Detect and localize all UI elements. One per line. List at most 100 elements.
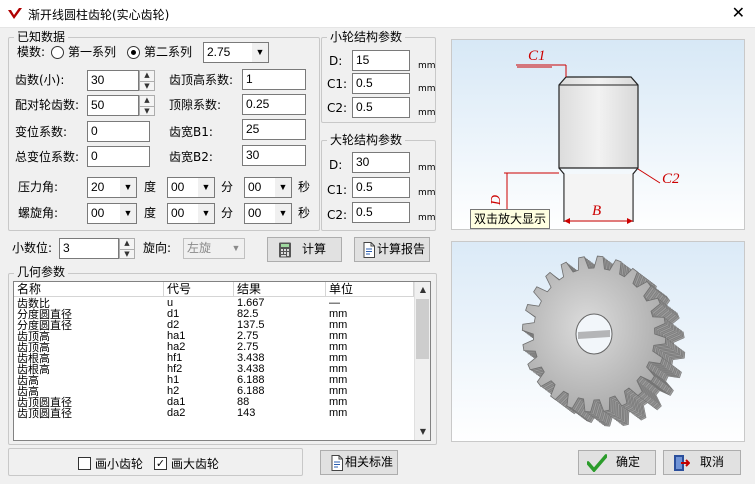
b-dimension-label: B: [592, 203, 602, 219]
decimals-spinner[interactable]: ▲ ▼: [119, 238, 135, 259]
cancel-button[interactable]: 取消: [663, 450, 741, 475]
chevron-down-icon: ▼: [252, 43, 268, 62]
direction-label: 旋向:: [143, 241, 172, 255]
scroll-thumb[interactable]: [416, 299, 429, 359]
clearance-coef-label: 顶隙系数:: [169, 98, 222, 112]
big-c2-input[interactable]: 0.5: [352, 202, 410, 223]
document-icon: [331, 455, 343, 471]
big-c1-input[interactable]: 0.5: [352, 177, 410, 198]
table-scrollbar[interactable]: ▲ ▼: [414, 282, 430, 440]
small-wheel-label: 小轮结构参数: [327, 30, 406, 44]
chevron-down-icon: ▼: [275, 178, 291, 197]
series2-radio[interactable]: [127, 46, 140, 59]
table-row[interactable]: 齿顶高 ha1 2.75 mm: [14, 331, 414, 343]
pressure-min-select[interactable]: 00 ▼: [167, 177, 215, 198]
ok-button-label: 确定: [616, 455, 641, 469]
cell-name: 齿顶圆直径: [17, 407, 72, 420]
column-header-unit[interactable]: 单位: [326, 282, 414, 297]
table-row[interactable]: 齿高 h1 6.188 mm: [14, 375, 414, 387]
pressure-deg-unit: 度: [144, 180, 157, 194]
big-d-label: D:: [329, 158, 343, 172]
direction-select[interactable]: 左旋 ▼: [183, 238, 245, 259]
scroll-up-icon[interactable]: ▲: [415, 282, 430, 298]
geometry-table-body: 齿数比 u 1.667— 分度圆直径 d1 82.5 mm 分度圆直径 d2 137.5 mm 齿顶高…: [14, 298, 414, 420]
geometry-table[interactable]: 名称 代号 结果 单位 齿数比 u 1.667— 分度圆直径 d1 82.5 mm 分度圆直径…: [13, 281, 431, 441]
calc-button-label: 计算: [302, 242, 327, 256]
small-c2-label: C2:: [327, 101, 348, 115]
report-button[interactable]: 计算报告: [354, 237, 430, 262]
mating-teeth-label: 配对轮齿数:: [15, 98, 80, 112]
helix-angle-label: 螺旋角:: [18, 206, 59, 220]
pressure-sec-select[interactable]: 00 ▼: [244, 177, 292, 198]
pressure-deg-select[interactable]: 20 ▼: [87, 177, 137, 198]
big-d-unit: mm: [418, 163, 436, 173]
table-row[interactable]: 齿顶高 ha2 2.75 mm: [14, 342, 414, 354]
addendum-coef-label: 齿顶高系数:: [169, 73, 234, 87]
small-d-input[interactable]: 15: [352, 50, 410, 71]
table-row[interactable]: 齿根高 hf1 3.438 mm: [14, 353, 414, 365]
decimals-label: 小数位:: [12, 241, 53, 255]
small-c1-input[interactable]: 0.5: [352, 73, 410, 94]
c1-dimension-label: C1: [528, 48, 546, 64]
modulus-select[interactable]: 2.75 ▼: [203, 42, 269, 63]
teeth-small-input[interactable]: 30: [87, 70, 139, 91]
table-row[interactable]: 齿根高 hf2 3.438 mm: [14, 364, 414, 376]
table-row[interactable]: 齿顶圆直径 da1 88 mm: [14, 397, 414, 409]
standard-button-label: 相关标准: [345, 455, 394, 469]
modulus-label: 模数:: [17, 45, 46, 59]
title-bar: 渐开线圆柱齿轮(实心齿轮) ✕: [0, 0, 755, 28]
helix-deg-unit: 度: [144, 206, 157, 220]
column-header-symbol[interactable]: 代号: [164, 282, 234, 297]
table-row[interactable]: 分度圆直径 d2 137.5 mm: [14, 320, 414, 332]
helix-deg-select[interactable]: 00 ▼: [87, 203, 137, 224]
known-data-label: 已知数据: [14, 30, 69, 44]
big-gear-checkbox[interactable]: ✓: [154, 457, 167, 470]
gear-3d-preview[interactable]: [451, 241, 745, 442]
teeth-small-spinner[interactable]: ▲ ▼: [139, 70, 155, 91]
total-shift-input[interactable]: 0: [87, 146, 150, 167]
series1-label[interactable]: 第一系列: [68, 44, 116, 60]
addendum-coef-input[interactable]: 1: [242, 69, 306, 90]
cell-symbol: da2: [167, 407, 186, 419]
column-header-result[interactable]: 结果: [234, 282, 326, 297]
series2-label[interactable]: 第二系列: [144, 44, 192, 60]
table-row[interactable]: 分度圆直径 d1 82.5 mm: [14, 309, 414, 321]
mating-teeth-input[interactable]: 50: [87, 95, 139, 116]
big-d-input[interactable]: 30: [352, 152, 410, 173]
decimals-input[interactable]: 3: [59, 238, 119, 259]
clearance-coef-input[interactable]: 0.25: [242, 94, 306, 115]
ok-button[interactable]: 确定: [578, 450, 656, 475]
small-d-unit: mm: [418, 61, 436, 71]
calc-button[interactable]: 计算: [267, 237, 342, 262]
big-c1-label: C1:: [327, 183, 348, 197]
geometry-label: 几何参数: [14, 265, 69, 279]
helix-sec-unit: 秒: [298, 206, 311, 220]
big-gear-label[interactable]: 画大齿轮: [171, 456, 219, 472]
series1-radio[interactable]: [51, 46, 64, 59]
table-row[interactable]: 齿数比 u 1.667—: [14, 298, 414, 310]
big-c2-label: C2:: [327, 208, 348, 222]
cell-unit: mm: [329, 407, 348, 419]
dimension-preview[interactable]: C1 C2 D B 双击放大显示: [451, 39, 745, 230]
width-b1-input[interactable]: 25: [242, 119, 306, 140]
big-c1-unit: mm: [418, 188, 436, 198]
table-row[interactable]: 齿高 h2 6.188 mm: [14, 386, 414, 398]
small-gear-label[interactable]: 画小齿轮: [95, 456, 143, 472]
window-title: 渐开线圆柱齿轮(实心齿轮): [28, 8, 170, 22]
small-c2-input[interactable]: 0.5: [352, 97, 410, 118]
gear-3d-render: [452, 242, 744, 441]
helix-min-select[interactable]: 00 ▼: [167, 203, 215, 224]
cancel-button-label: 取消: [700, 455, 725, 469]
close-icon[interactable]: ✕: [732, 3, 745, 23]
scroll-down-icon[interactable]: ▼: [415, 424, 430, 440]
small-gear-checkbox[interactable]: [78, 457, 91, 470]
helix-sec-select[interactable]: 00 ▼: [244, 203, 292, 224]
pressure-angle-label: 压力角:: [18, 180, 59, 194]
geometry-table-header: 名称 代号 结果 单位: [14, 282, 414, 297]
column-header-name[interactable]: 名称: [14, 282, 164, 297]
table-row[interactable]: 齿顶圆直径 da2 143 mm: [14, 407, 414, 420]
width-b2-input[interactable]: 30: [242, 145, 306, 166]
shift-input[interactable]: 0: [87, 121, 150, 142]
mating-teeth-spinner[interactable]: ▲ ▼: [139, 95, 155, 116]
standard-button[interactable]: 相关标准: [320, 450, 398, 475]
